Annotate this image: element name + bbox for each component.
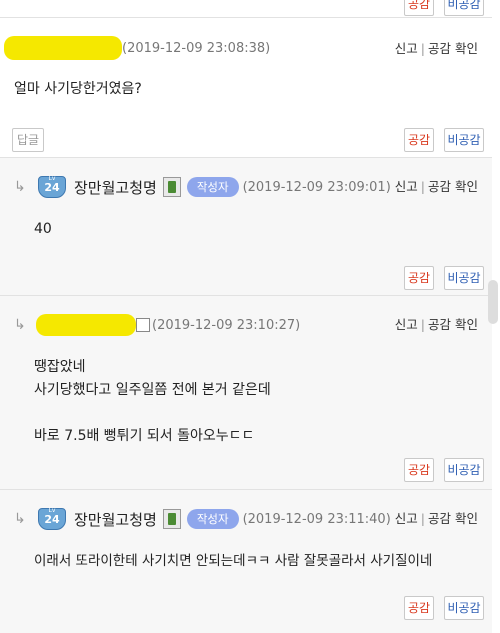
reply-comment: ↳ Lv 24 장만월고청명 작성자 (2019-12-09 23:09:01)… (0, 158, 492, 296)
author-name[interactable]: 장만월고청명 (74, 509, 157, 530)
reply-comment: ↳ Lv 24 장만월고청명 작성자 (2019-12-09 23:11:40)… (0, 490, 492, 633)
comment-actions: 신고 | 공감 확인 (394, 511, 478, 526)
empathy-check-link[interactable]: 공감 확인 (428, 179, 478, 194)
level-badge-icon (136, 318, 150, 332)
mobile-icon (162, 177, 181, 197)
comment-text-line: 사기당했다고 일주일쯤 전에 본거 같은데 (34, 382, 271, 398)
comment-date: (2019-12-09 23:11:40) (242, 511, 391, 527)
comment-date: (2019-12-09 23:10:27) (152, 317, 301, 333)
author-badge: 작성자 (186, 177, 239, 197)
comment-date: (2019-12-09 23:09:01) (242, 179, 391, 195)
comment-text: 이래서 또라이한테 사기치면 안되는데ㅋㅋ 사람 잘못골라서 사기질이네 (34, 553, 433, 569)
comment-actions: 신고 | 공감 확인 (394, 317, 478, 332)
previous-comment-footer: 공감 비공감 (0, 0, 492, 18)
report-link[interactable]: 신고 (395, 179, 418, 194)
dislike-button[interactable]: 비공감 (444, 596, 484, 620)
reply-comment: ↳ (2019-12-09 23:10:27) 신고 | 공감 확인 땡잡았네 사기… (0, 296, 492, 490)
level-badge-icon: Lv 24 (38, 175, 66, 198)
scrollbar[interactable] (488, 280, 498, 324)
reply-arrow-icon: ↳ (14, 317, 26, 333)
author-badge: 작성자 (186, 509, 239, 529)
comment-text-line: 바로 7.5배 뻥튀기 되서 돌아오누ㄷㄷ (34, 428, 255, 444)
empathy-check-link[interactable]: 공감 확인 (428, 41, 478, 56)
level-badge-icon: Lv 24 (38, 507, 66, 530)
like-button[interactable]: 공감 (404, 596, 434, 620)
dislike-button[interactable]: 비공감 (444, 128, 484, 152)
redacted-username (36, 314, 136, 336)
dislike-button[interactable]: 비공감 (444, 266, 484, 290)
comment-actions: 신고 | 공감 확인 (394, 179, 478, 194)
dislike-button[interactable]: 비공감 (444, 0, 484, 16)
like-button[interactable]: 공감 (404, 128, 434, 152)
like-button[interactable]: 공감 (404, 266, 434, 290)
comment-date: (2019-12-09 23:08:38) (122, 40, 271, 56)
dislike-button[interactable]: 비공감 (444, 458, 484, 482)
comment-text: 얼마 사기당한거였음? (14, 81, 142, 97)
like-button[interactable]: 공감 (404, 458, 434, 482)
comment-text-line: 땡잡았네 (34, 359, 86, 375)
reply-arrow-icon: ↳ (14, 511, 26, 527)
report-link[interactable]: 신고 (395, 41, 418, 56)
reply-arrow-icon: ↳ (14, 179, 26, 195)
redacted-username (4, 36, 122, 60)
comment-actions: 신고 | 공감 확인 (394, 41, 478, 56)
empathy-check-link[interactable]: 공감 확인 (428, 511, 478, 526)
author-name[interactable]: 장만월고청명 (74, 177, 157, 198)
report-link[interactable]: 신고 (395, 317, 418, 332)
mobile-icon (162, 509, 181, 529)
comment: (2019-12-09 23:08:38) 신고 | 공감 확인 얼마 사기당한거였… (0, 18, 492, 158)
reply-button[interactable]: 답글 (12, 128, 44, 152)
empathy-check-link[interactable]: 공감 확인 (428, 317, 478, 332)
comment-text: 40 (34, 221, 52, 237)
like-button[interactable]: 공감 (404, 0, 434, 16)
report-link[interactable]: 신고 (395, 511, 418, 526)
